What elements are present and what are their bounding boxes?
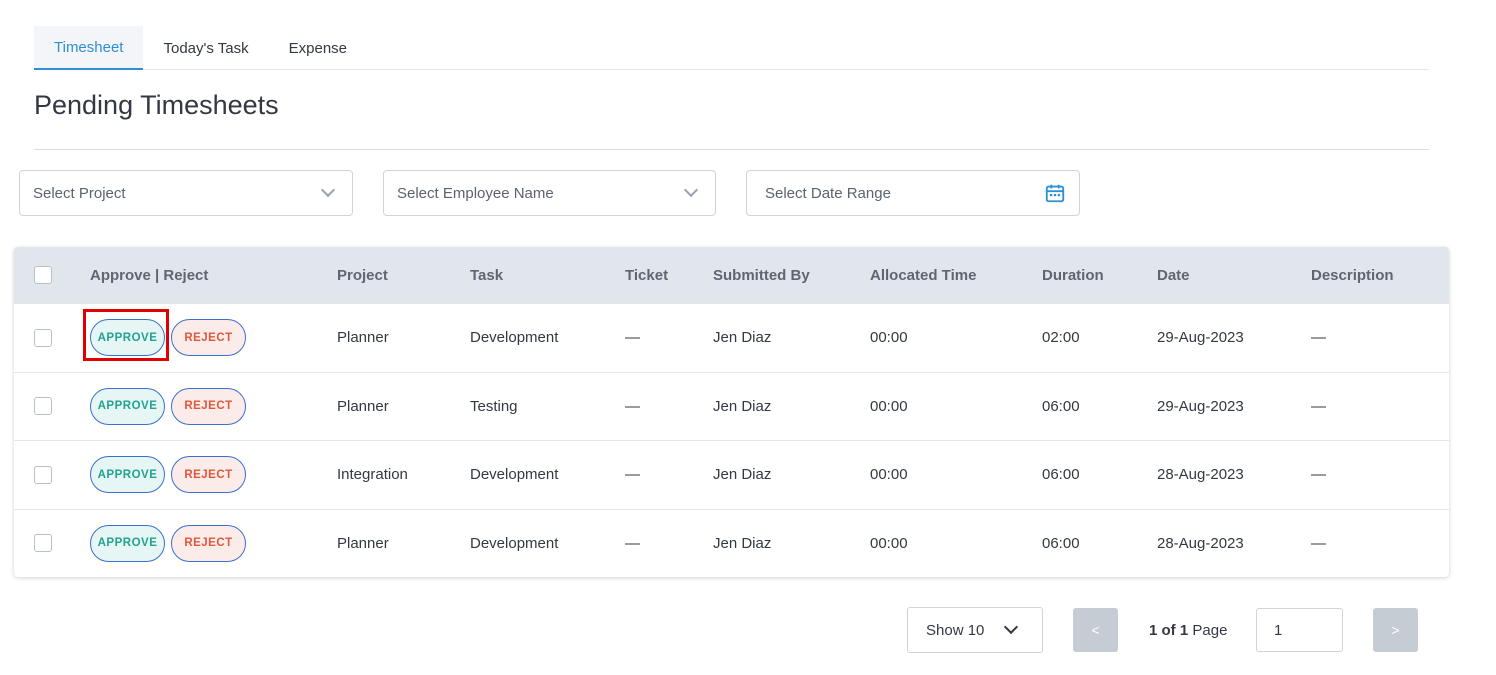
cell-submitted-by: Jen Diaz (713, 397, 772, 415)
date-range-placeholder: Select Date Range (765, 184, 891, 202)
chevron-down-icon (320, 182, 336, 198)
cell-description: — (1311, 329, 1326, 347)
total-pages: 1 (1179, 621, 1189, 639)
header-submitted-by: Submitted By (713, 266, 810, 284)
tab-timesheet[interactable]: Timesheet (34, 26, 144, 70)
cell-task: Testing (470, 397, 518, 415)
header-description: Description (1311, 266, 1394, 284)
table-row: APPROVE REJECT Planner Development — Jen… (14, 303, 1449, 372)
cell-submitted-by: Jen Diaz (713, 329, 772, 347)
cell-submitted-by: Jen Diaz (713, 534, 772, 552)
header-ticket: Ticket (625, 266, 669, 284)
cell-description: — (1311, 397, 1326, 415)
row-checkbox[interactable] (34, 397, 52, 416)
cell-task: Development (470, 329, 559, 347)
cell-duration: 06:00 (1042, 466, 1080, 484)
header-task: Task (470, 266, 504, 284)
employee-select[interactable]: Select Employee Name (383, 170, 716, 216)
cell-allocated-time: 00:00 (870, 397, 908, 415)
tab-todays-task[interactable]: Today's Task (143, 26, 268, 70)
page-word: Page (1192, 621, 1228, 639)
table-row: APPROVE REJECT Integration Development —… (14, 440, 1449, 509)
cell-duration: 06:00 (1042, 397, 1080, 415)
table-row: APPROVE REJECT Planner Development — Jen… (14, 508, 1449, 578)
cell-date: 28-Aug-2023 (1157, 466, 1244, 484)
employee-select-placeholder: Select Employee Name (397, 184, 554, 202)
header-allocated-time: Allocated Time (870, 266, 977, 284)
title-divider (34, 149, 1429, 150)
approve-button[interactable]: APPROVE (90, 456, 165, 494)
cell-allocated-time: 00:00 (870, 329, 908, 347)
select-all-checkbox[interactable] (34, 266, 52, 284)
cell-description: — (1311, 534, 1326, 552)
cell-project: Integration (337, 466, 408, 484)
reject-button[interactable]: REJECT (171, 387, 246, 425)
date-range-picker[interactable]: Select Date Range (746, 170, 1080, 216)
reject-button[interactable]: REJECT (171, 456, 246, 494)
cell-submitted-by: Jen Diaz (713, 466, 772, 484)
header-duration: Duration (1042, 266, 1104, 284)
approve-button[interactable]: APPROVE (90, 319, 165, 357)
cell-description: — (1311, 466, 1326, 484)
cell-ticket: — (625, 534, 640, 552)
row-checkbox[interactable] (34, 534, 52, 553)
project-select-placeholder: Select Project (33, 184, 126, 202)
approve-button[interactable]: APPROVE (90, 524, 165, 562)
header-date: Date (1157, 266, 1190, 284)
cell-project: Planner (337, 397, 389, 415)
cell-allocated-time: 00:00 (870, 466, 908, 484)
cell-date: 29-Aug-2023 (1157, 397, 1244, 415)
cell-allocated-time: 00:00 (870, 534, 908, 552)
header-approve-reject: Approve | Reject (90, 266, 209, 284)
page-info: 1 of 1 Page (1149, 607, 1227, 653)
page-of-text: of (1161, 621, 1176, 639)
project-select[interactable]: Select Project (19, 170, 353, 216)
approve-button[interactable]: APPROVE (90, 387, 165, 425)
cell-ticket: — (625, 397, 640, 415)
cell-duration: 06:00 (1042, 534, 1080, 552)
page-title: Pending Timesheets (34, 90, 279, 120)
table-header: Approve | Reject Project Task Ticket Sub… (14, 247, 1449, 303)
cell-task: Development (470, 466, 559, 484)
page-size-select[interactable]: Show 10 (907, 607, 1043, 653)
prev-page-button[interactable]: < (1073, 608, 1118, 652)
tab-expense[interactable]: Expense (269, 26, 367, 70)
cell-ticket: — (625, 466, 640, 484)
page-number-input[interactable] (1256, 608, 1343, 652)
reject-button[interactable]: REJECT (171, 524, 246, 562)
cell-ticket: — (625, 329, 640, 347)
reject-button[interactable]: REJECT (171, 319, 246, 357)
next-page-button[interactable]: > (1373, 608, 1418, 652)
cell-date: 28-Aug-2023 (1157, 534, 1244, 552)
chevron-down-icon (1004, 619, 1019, 635)
calendar-icon[interactable] (1044, 182, 1066, 204)
row-checkbox[interactable] (34, 465, 52, 484)
cell-duration: 02:00 (1042, 329, 1080, 347)
cell-project: Planner (337, 329, 389, 347)
cell-date: 29-Aug-2023 (1157, 329, 1244, 347)
cell-project: Planner (337, 534, 389, 552)
tab-bar: Timesheet Today's Task Expense (34, 26, 1429, 70)
page-size-label: Show 10 (926, 621, 985, 639)
chevron-down-icon (683, 182, 699, 198)
cell-task: Development (470, 534, 559, 552)
table-row: APPROVE REJECT Planner Testing — Jen Dia… (14, 371, 1449, 441)
current-page: 1 (1149, 621, 1158, 639)
header-project: Project (337, 266, 388, 284)
row-checkbox[interactable] (34, 328, 52, 347)
timesheet-table: Approve | Reject Project Task Ticket Sub… (14, 247, 1449, 577)
